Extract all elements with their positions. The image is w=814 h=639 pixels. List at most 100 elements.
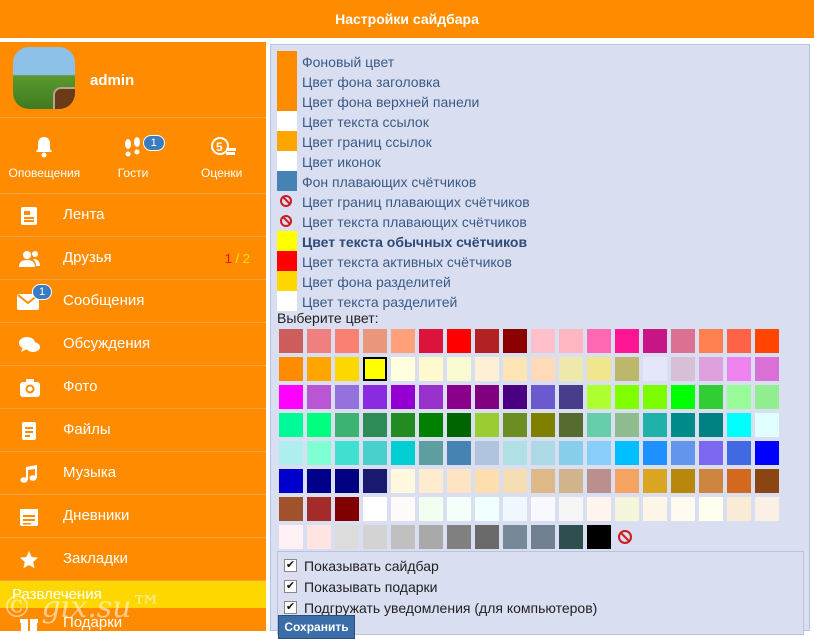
palette-color-cell[interactable]: [363, 357, 387, 381]
palette-color-cell[interactable]: [335, 497, 359, 521]
palette-color-cell[interactable]: [531, 385, 555, 409]
color-property-row[interactable]: Цвет иконок: [277, 151, 677, 171]
palette-color-cell[interactable]: [755, 357, 779, 381]
sidebar-item-bookmarks[interactable]: Закладки: [0, 538, 266, 581]
palette-color-cell[interactable]: [279, 329, 303, 353]
palette-color-cell[interactable]: [475, 497, 499, 521]
sidebar-item-feed[interactable]: Лента: [0, 194, 266, 237]
palette-color-cell[interactable]: [391, 441, 415, 465]
palette-color-cell[interactable]: [755, 385, 779, 409]
palette-color-cell[interactable]: [447, 385, 471, 409]
palette-color-cell[interactable]: [363, 469, 387, 493]
palette-color-cell[interactable]: [727, 469, 751, 493]
sidebar-item-diaries[interactable]: Дневники: [0, 495, 266, 538]
palette-color-cell[interactable]: [559, 413, 583, 437]
palette-color-cell[interactable]: [419, 329, 443, 353]
palette-color-cell[interactable]: [727, 413, 751, 437]
palette-color-cell[interactable]: [643, 469, 667, 493]
palette-color-cell[interactable]: [475, 357, 499, 381]
palette-color-cell[interactable]: [727, 357, 751, 381]
palette-color-cell[interactable]: [727, 497, 751, 521]
color-property-row[interactable]: Цвет фона заголовка: [277, 71, 677, 91]
palette-color-cell[interactable]: [671, 469, 695, 493]
color-property-row[interactable]: Фоновый цвет: [277, 51, 677, 71]
palette-color-cell[interactable]: [643, 413, 667, 437]
palette-color-cell[interactable]: [587, 525, 611, 549]
palette-color-cell[interactable]: [307, 525, 331, 549]
palette-color-cell[interactable]: [671, 357, 695, 381]
palette-color-cell[interactable]: [699, 469, 723, 493]
palette-color-cell[interactable]: [307, 357, 331, 381]
palette-color-cell[interactable]: [363, 525, 387, 549]
palette-color-cell[interactable]: [335, 525, 359, 549]
palette-color-cell[interactable]: [559, 469, 583, 493]
save-button[interactable]: Сохранить: [278, 615, 355, 639]
palette-color-cell[interactable]: [475, 469, 499, 493]
palette-color-cell[interactable]: [475, 385, 499, 409]
sidebar-item-messages[interactable]: 1 Сообщения: [0, 280, 266, 323]
palette-color-cell[interactable]: [391, 329, 415, 353]
palette-color-cell[interactable]: [447, 357, 471, 381]
palette-color-cell[interactable]: [671, 385, 695, 409]
color-property-row[interactable]: Цвет текста ссылок: [277, 111, 677, 131]
palette-color-cell[interactable]: [503, 469, 527, 493]
palette-color-cell[interactable]: [391, 413, 415, 437]
palette-color-cell[interactable]: [447, 469, 471, 493]
palette-color-cell[interactable]: [419, 497, 443, 521]
palette-color-cell[interactable]: [755, 441, 779, 465]
palette-color-cell[interactable]: [475, 525, 499, 549]
palette-color-cell[interactable]: [307, 329, 331, 353]
palette-color-cell[interactable]: [643, 329, 667, 353]
palette-color-cell[interactable]: [587, 329, 611, 353]
palette-color-cell[interactable]: [727, 441, 751, 465]
color-property-row[interactable]: Цвет текста плавающих счётчиков: [277, 211, 677, 231]
palette-color-cell[interactable]: [643, 385, 667, 409]
palette-color-cell[interactable]: [363, 441, 387, 465]
palette-color-cell[interactable]: [279, 525, 303, 549]
palette-color-cell[interactable]: [503, 497, 527, 521]
color-property-row[interactable]: Цвет текста обычных счётчиков: [277, 231, 677, 251]
color-property-row[interactable]: Цвет границ ссылок: [277, 131, 677, 151]
palette-color-cell[interactable]: [335, 329, 359, 353]
palette-color-cell[interactable]: [559, 497, 583, 521]
palette-color-cell[interactable]: [503, 329, 527, 353]
palette-color-cell[interactable]: [447, 413, 471, 437]
color-property-row[interactable]: Цвет текста разделитей: [277, 291, 677, 311]
palette-color-cell[interactable]: [475, 329, 499, 353]
palette-color-cell[interactable]: [363, 329, 387, 353]
palette-color-cell[interactable]: [279, 441, 303, 465]
palette-color-cell[interactable]: [615, 357, 639, 381]
palette-color-cell[interactable]: [503, 413, 527, 437]
sidebar-item-files[interactable]: Файлы: [0, 409, 266, 452]
palette-color-cell[interactable]: [447, 525, 471, 549]
palette-color-cell[interactable]: [391, 525, 415, 549]
palette-color-cell[interactable]: [559, 441, 583, 465]
palette-color-cell[interactable]: [447, 497, 471, 521]
palette-color-cell[interactable]: [391, 385, 415, 409]
checkbox-show-sidebar[interactable]: ✔: [284, 559, 297, 572]
palette-color-cell[interactable]: [419, 441, 443, 465]
palette-color-cell[interactable]: [391, 497, 415, 521]
palette-color-cell[interactable]: [363, 413, 387, 437]
palette-color-cell[interactable]: [587, 469, 611, 493]
palette-color-cell[interactable]: [531, 497, 555, 521]
palette-color-cell[interactable]: [699, 413, 723, 437]
palette-color-cell[interactable]: [615, 441, 639, 465]
palette-color-cell[interactable]: [363, 497, 387, 521]
quick-ratings[interactable]: 5 Оценки: [177, 118, 266, 193]
palette-color-cell[interactable]: [307, 441, 331, 465]
palette-color-cell[interactable]: [335, 385, 359, 409]
palette-color-cell[interactable]: [615, 385, 639, 409]
palette-color-cell[interactable]: [727, 329, 751, 353]
palette-color-cell[interactable]: [279, 357, 303, 381]
sidebar-item-discussions[interactable]: Обсуждения: [0, 323, 266, 366]
quick-notifications[interactable]: Оповещения: [0, 118, 89, 193]
color-property-row[interactable]: Цвет границ плавающих счётчиков: [277, 191, 677, 211]
palette-color-cell[interactable]: [643, 357, 667, 381]
palette-color-cell[interactable]: [671, 329, 695, 353]
palette-color-cell[interactable]: [419, 469, 443, 493]
palette-color-cell[interactable]: [335, 357, 359, 381]
palette-color-cell[interactable]: [559, 525, 583, 549]
quick-guests[interactable]: 1 Гости: [89, 118, 178, 193]
palette-color-cell[interactable]: [419, 525, 443, 549]
